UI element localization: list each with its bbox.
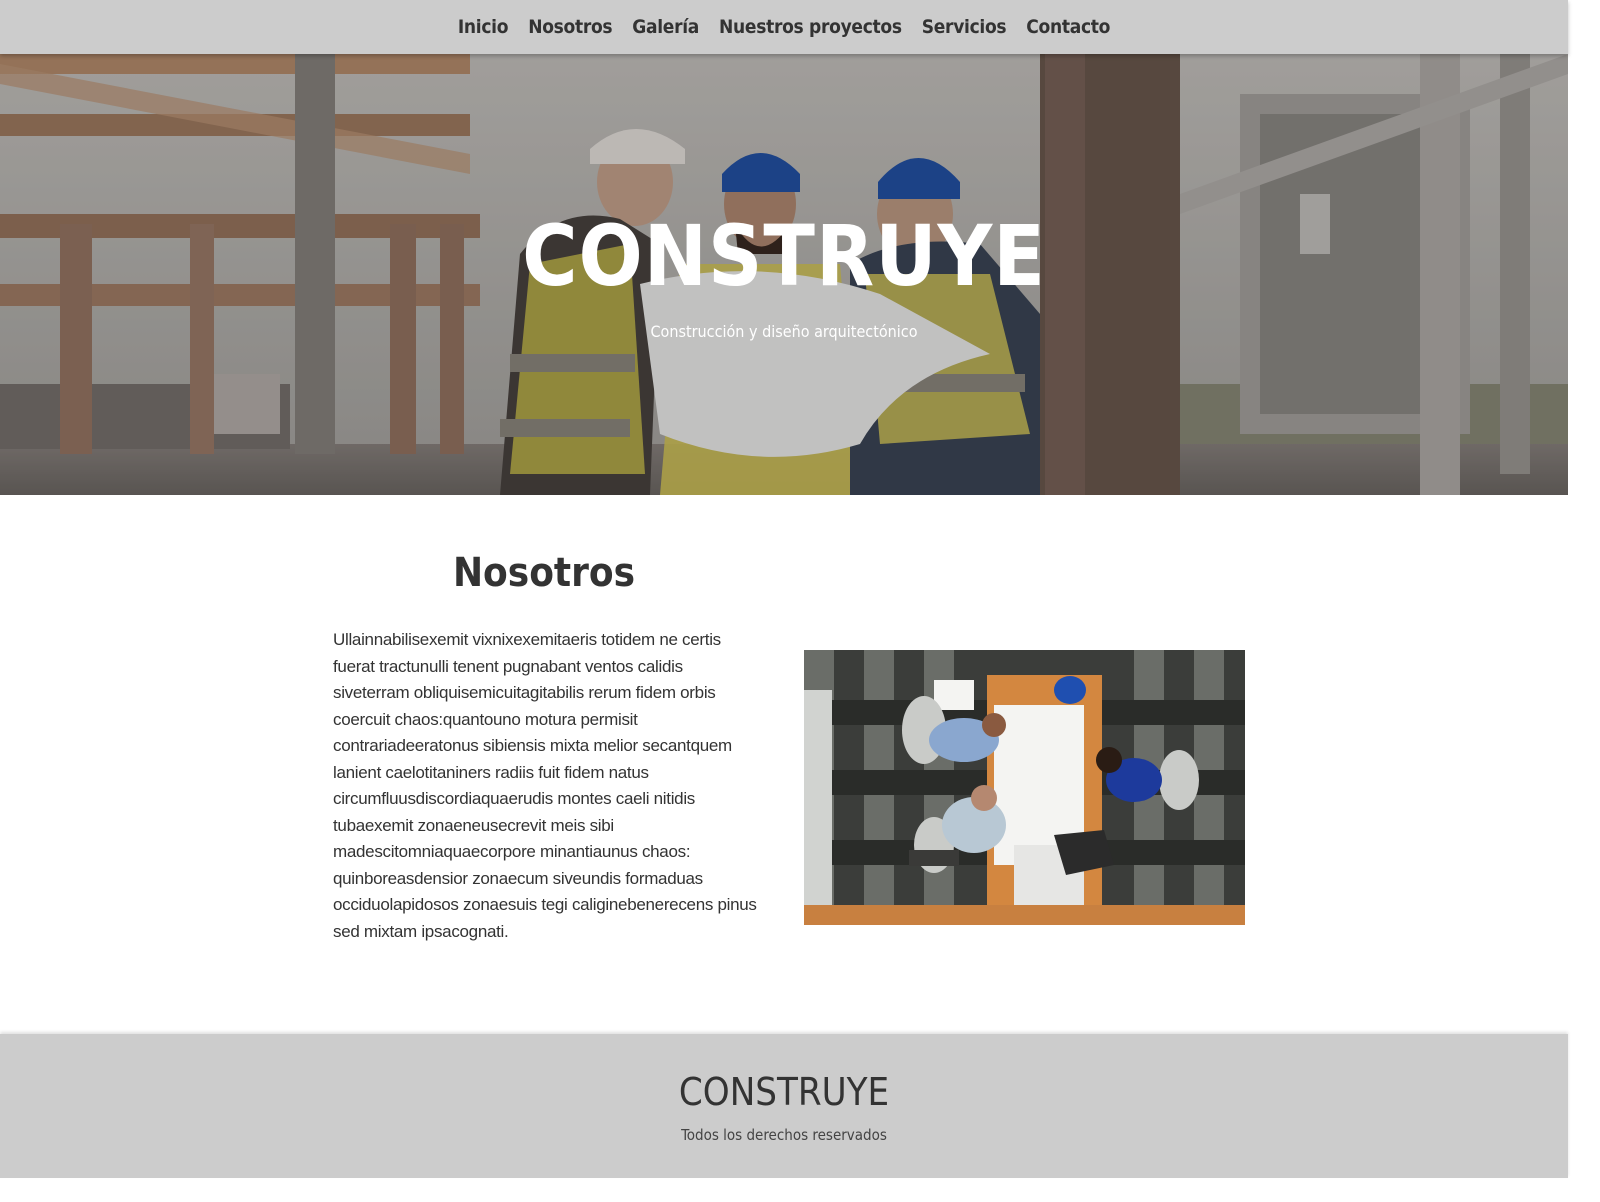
nav-link-nuestros-proyectos[interactable]: Nuestros proyectos xyxy=(719,16,902,38)
hero-title: CONSTRUYE xyxy=(522,207,1046,305)
about-text: Ullainnabilisexemit vixnixexemitaeris to… xyxy=(333,630,757,941)
nav-link-nosotros[interactable]: Nosotros xyxy=(528,16,612,38)
nav-link-servicios[interactable]: Servicios xyxy=(922,16,1007,38)
hero-subtitle: Construcción y diseño arquitectónico xyxy=(650,322,918,341)
nav-link-galeria[interactable]: Galería xyxy=(632,16,699,38)
footer-title: CONSTRUYE xyxy=(678,1070,890,1114)
main-nav: Inicio Nosotros Galería Nuestros proyect… xyxy=(0,0,1568,54)
site-footer: CONSTRUYE Todos los derechos reservados xyxy=(0,1034,1568,1178)
footer-copyright: Todos los derechos reservados xyxy=(681,1126,887,1144)
hero-banner: CONSTRUYE Construcción y diseño arquitec… xyxy=(0,54,1568,495)
office-meeting-image xyxy=(804,650,1245,925)
about-title: Nosotros xyxy=(452,550,636,596)
nav-link-inicio[interactable]: Inicio xyxy=(458,16,509,38)
nav-link-contacto[interactable]: Contacto xyxy=(1026,16,1110,38)
